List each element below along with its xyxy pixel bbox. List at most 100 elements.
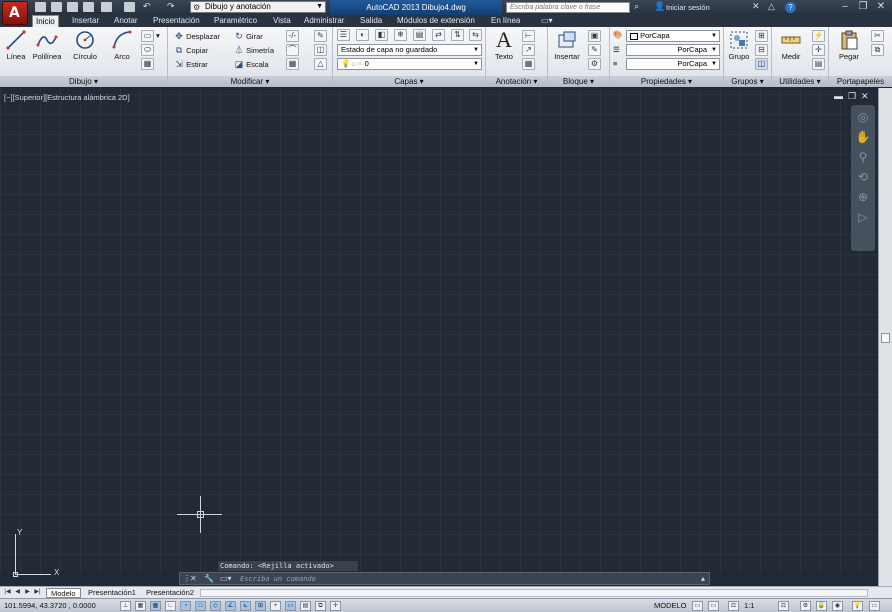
panel-anotacion-label[interactable]: Anotación ▾ [486,76,547,87]
zoom-extents-icon[interactable]: ⊕ [855,189,871,205]
cut-icon[interactable]: ✂ [871,30,884,42]
open-icon[interactable] [51,2,62,12]
dynamic-input-icon[interactable]: ⊞ [255,601,266,611]
panel-utilidades-label[interactable]: Utilidades ▾ [772,76,828,87]
tab-inicio[interactable]: Inicio [32,15,59,27]
annotation-visibility-icon[interactable]: ⚖ [778,601,789,611]
showmotion-icon[interactable]: ▷ [855,209,871,225]
zoom-icon[interactable]: ⚲ [855,149,871,165]
layer-match-icon[interactable]: ⇄ [432,29,445,41]
object-snap-icon[interactable]: □ [195,601,206,611]
annotation-monitor-icon[interactable]: ✛ [330,601,341,611]
print-icon[interactable] [124,2,135,12]
signin-link[interactable]: Iniciar sesión [666,3,710,12]
layer-state-combo[interactable]: Estado de capa no guardado ▼ [337,44,482,56]
escala-button[interactable]: ◪ Escala [234,58,269,70]
save-icon[interactable] [67,2,78,12]
coordinates-readout[interactable]: 101.5994, 43.3720 , 0.0000 [4,601,96,610]
create-block-icon[interactable]: ▣ [588,30,601,42]
close-icon[interactable]: ✕ [190,574,197,583]
insertar-button[interactable]: Insertar [551,29,583,61]
tab-administrar[interactable]: Administrar [301,15,347,27]
search-input[interactable]: Escriba palabra clave o frase [506,2,630,13]
viewport-restore-icon[interactable]: ❐ [848,91,856,102]
workspace-selector[interactable]: ⚙ Dibujo y anotación ▼ [190,1,326,13]
texto-button[interactable]: A Texto [490,29,518,62]
3d-osnap-icon[interactable]: ◇ [210,601,221,611]
grid-display-icon[interactable]: ▦ [150,601,161,611]
color-combo[interactable]: PorCapa ▼ [626,30,720,42]
tab-insertar[interactable]: Insertar [69,15,102,27]
layer-change-icon[interactable]: ⇅ [451,29,464,41]
erase-icon[interactable]: ✎ [314,30,327,42]
tab-salida[interactable]: Salida [357,15,385,27]
save-as-icon[interactable] [83,2,94,12]
circulo-button[interactable]: Círculo [68,29,102,61]
vertical-scroll-thumb[interactable] [881,333,890,343]
orbit-icon[interactable]: ⟲ [855,169,871,185]
girar-button[interactable]: ↻ Girar [234,30,263,42]
next-layout-icon[interactable]: ▶ [23,588,32,597]
ribbon-toggle-icon[interactable]: ▭▾ [538,15,556,27]
tab-parametrico[interactable]: Paramétrico [211,15,260,27]
hardware-acceleration-icon[interactable]: ◉ [832,601,843,611]
tab-presentacion[interactable]: Presentación [150,15,203,27]
leader-icon[interactable]: ↗ [522,44,535,56]
layer-isolate-icon[interactable]: ◧ [375,29,388,41]
steeringwheel-icon[interactable]: ◎ [855,109,871,125]
tab-presentacion2[interactable]: Presentación2 [142,588,198,598]
redo-icon[interactable]: ↷ [167,1,175,12]
quick-properties-icon[interactable]: ▤ [300,601,311,611]
layer-properties-icon[interactable]: ☰ [337,29,350,41]
dynamic-ucs-icon[interactable]: ⊾ [240,601,251,611]
ellipse-icon[interactable]: ⬭ [141,44,154,56]
panel-dibujo-label[interactable]: Dibujo ▾ [0,76,167,87]
tab-modelo[interactable]: Modelo [46,588,81,598]
tab-vista[interactable]: Vista [270,15,294,27]
copiar-button[interactable]: ⧉ Copiar [174,44,208,56]
layer-walk-icon[interactable]: ⇆ [469,29,482,41]
fillet-icon[interactable]: ⌒ [286,44,299,56]
selection-cycling-icon[interactable]: ⧉ [315,601,326,611]
calculator-icon[interactable]: ▤ [812,58,825,70]
ortho-mode-icon[interactable]: ∟ [165,601,176,611]
last-layout-icon[interactable]: ▶| [33,588,42,597]
recent-commands-icon[interactable]: ▭▾ [220,574,232,583]
application-menu-button[interactable]: A [2,1,28,25]
offset-icon[interactable]: △ [314,58,327,70]
table-icon[interactable]: ▦ [522,58,535,70]
new-icon[interactable] [35,2,46,12]
pegar-button[interactable]: Pegar [833,29,865,61]
rectangle-icon[interactable]: ▭ [141,30,154,42]
trim-icon[interactable]: -/- [286,30,299,42]
search-icon[interactable]: ⌕ [634,1,639,12]
clean-screen-icon[interactable]: ▭ [869,601,880,611]
model-space-toggle[interactable]: MODELO [654,601,687,610]
simetria-button[interactable]: ⏃ Simetría [234,44,274,56]
lineweight-toggle-icon[interactable]: + [270,601,281,611]
chevron-down-icon[interactable]: ▾ [156,30,160,42]
snap-mode-icon[interactable]: ▦ [135,601,146,611]
horizontal-scrollbar[interactable] [200,589,868,597]
quick-select-icon[interactable]: ⚡ [812,30,825,42]
panel-bloque-label[interactable]: Bloque ▾ [548,76,609,87]
layer-lock-icon[interactable]: ▤ [413,29,426,41]
tab-en-linea[interactable]: En línea [488,15,523,27]
dimension-icon[interactable]: ⊢ [522,30,535,42]
help-dropdown-icon[interactable]: △ [768,1,775,12]
panel-modificar-label[interactable]: Modificar ▾ [168,76,332,87]
tab-presentacion1[interactable]: Presentación1 [84,588,140,598]
plot-icon[interactable] [101,2,112,12]
exchange-icon[interactable]: ✕ [752,1,760,12]
grupo-button[interactable]: Grupo [726,29,752,61]
lock-ui-icon[interactable]: 🔒 [816,601,827,611]
close-button[interactable]: ✕ [872,1,890,13]
panel-grupos-label[interactable]: Grupos ▾ [724,76,771,87]
minimize-button[interactable]: ‒ [836,1,854,13]
hatch-icon[interactable]: ▦ [141,58,154,70]
linetype-combo[interactable]: PorCapa ▼ [626,44,720,56]
help-icon[interactable]: ? [785,2,796,13]
layer-combo[interactable]: 💡☼▫▫ 0 ▼ [337,58,482,70]
desplazar-button[interactable]: ✥ Desplazar [174,30,220,42]
first-layout-icon[interactable]: |◀ [3,588,12,597]
